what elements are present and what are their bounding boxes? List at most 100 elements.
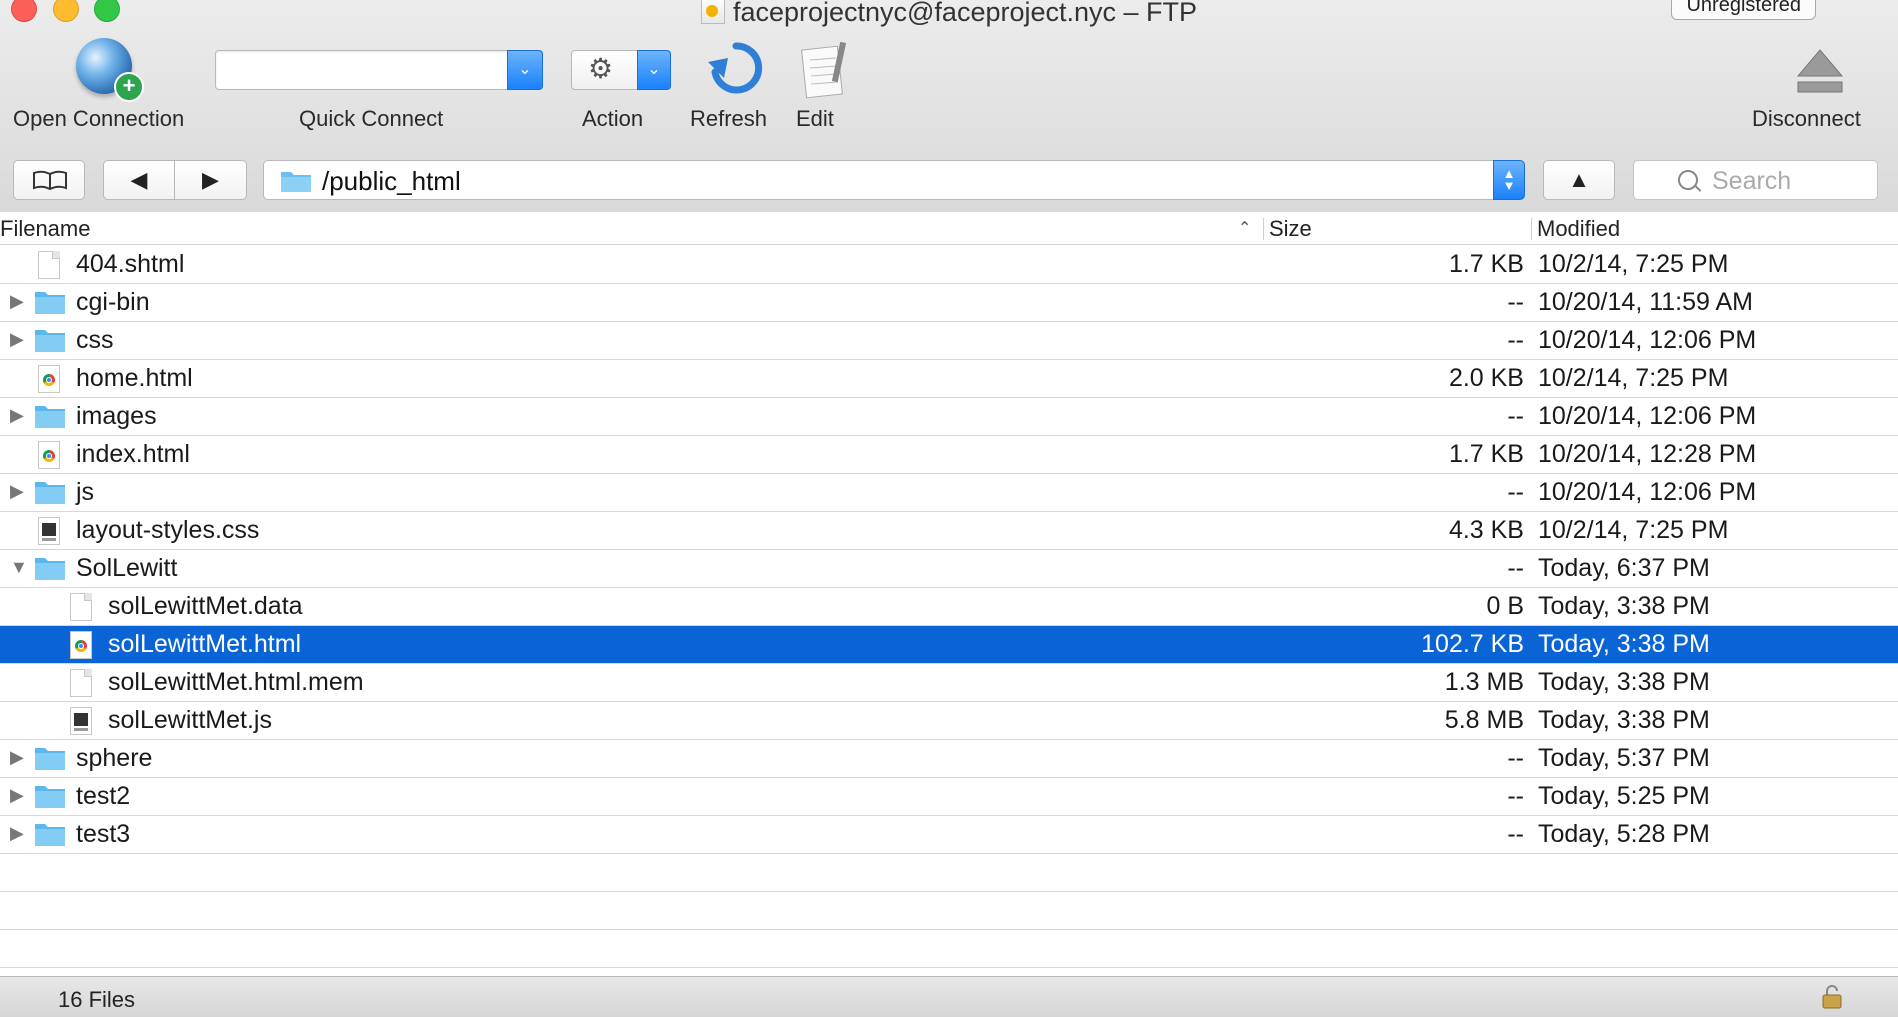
file-size: -- [1507, 288, 1524, 316]
file-modified: Today, 6:37 PM [1538, 554, 1710, 582]
html-file-icon [38, 441, 60, 469]
file-modified: 10/2/14, 7:25 PM [1538, 516, 1729, 544]
column-header: Filename ⌃ Size Modified [0, 212, 1898, 245]
action-menu-button[interactable]: ⚙ ⌄ [571, 50, 671, 90]
file-list: 404.shtml 1.7 KB 10/2/14, 7:25 PM ▶ cgi-… [0, 246, 1898, 968]
disclosure-triangle-icon[interactable]: ▶ [10, 747, 24, 768]
file-size: 2.0 KB [1448, 364, 1524, 392]
file-modified: 10/2/14, 7:25 PM [1538, 364, 1729, 392]
disclosure-triangle-icon[interactable]: ▶ [10, 291, 24, 312]
file-size: -- [1507, 744, 1524, 772]
file-modified: 10/20/14, 12:28 PM [1538, 440, 1757, 468]
parent-directory-button[interactable]: ▲ [1543, 160, 1615, 200]
disclosure-triangle-icon[interactable]: ▶ [10, 405, 24, 426]
file-size: -- [1507, 782, 1524, 810]
file-modified: Today, 5:25 PM [1538, 782, 1710, 810]
folder-icon [34, 403, 66, 436]
file-row[interactable]: index.html 1.7 KB 10/20/14, 12:28 PM [0, 436, 1898, 474]
file-icon [70, 593, 92, 621]
column-divider[interactable] [1531, 218, 1532, 240]
book-icon [33, 170, 67, 191]
modified-column-header[interactable]: Modified [1537, 216, 1620, 242]
folder-row[interactable]: ▼ SolLewitt -- Today, 6:37 PM [0, 550, 1898, 588]
folder-row[interactable]: ▶ images -- 10/20/14, 12:06 PM [0, 398, 1898, 436]
gear-icon: ⚙ [588, 53, 614, 84]
path-dropdown-icon[interactable]: ▲ ▼ [1493, 160, 1525, 200]
file-row[interactable]: solLewittMet.html.mem 1.3 MB Today, 3:38… [0, 664, 1898, 702]
folder-row[interactable]: ▶ css -- 10/20/14, 12:06 PM [0, 322, 1898, 360]
file-size: -- [1507, 478, 1524, 506]
unlocked-icon[interactable] [1822, 985, 1842, 1009]
path-selector[interactable]: /public_html ▲ ▼ [263, 160, 1525, 200]
folder-row[interactable]: ▶ sphere -- Today, 5:37 PM [0, 740, 1898, 778]
file-row[interactable]: layout-styles.css 4.3 KB 10/2/14, 7:25 P… [0, 512, 1898, 550]
status-bar: 16 Files [0, 976, 1898, 1017]
disclosure-triangle-icon[interactable]: ▶ [10, 823, 24, 844]
folder-row[interactable]: ▶ js -- 10/20/14, 12:06 PM [0, 474, 1898, 512]
search-icon [1678, 170, 1698, 190]
file-size: 4.3 KB [1448, 516, 1524, 544]
file-size: -- [1507, 402, 1524, 430]
file-modified: Today, 5:28 PM [1538, 820, 1710, 848]
window-title: faceprojectnyc@faceproject.nyc – FTP [0, 0, 1898, 28]
empty-row [0, 930, 1898, 968]
file-icon [70, 669, 92, 697]
disclosure-triangle-icon[interactable]: ▶ [10, 481, 24, 502]
filename-column-header[interactable]: Filename [0, 216, 90, 242]
folder-row[interactable]: ▶ cgi-bin -- 10/20/14, 11:59 AM [0, 284, 1898, 322]
disconnect-label[interactable]: Disconnect [1752, 106, 1861, 132]
file-size: 1.7 KB [1448, 440, 1524, 468]
file-name: images [76, 402, 157, 430]
disclosure-triangle-expanded-icon[interactable]: ▼ [10, 557, 28, 578]
folder-icon [281, 172, 311, 192]
eject-icon[interactable] [1794, 46, 1846, 98]
file-row[interactable]: solLewittMet.js 5.8 MB Today, 3:38 PM [0, 702, 1898, 740]
empty-row [0, 892, 1898, 930]
file-name: SolLewitt [76, 554, 178, 582]
folder-row[interactable]: ▶ test2 -- Today, 5:25 PM [0, 778, 1898, 816]
back-button[interactable]: ◀ [103, 160, 175, 200]
bookmarks-button[interactable] [13, 160, 85, 200]
folder-icon [34, 289, 66, 322]
file-row-selected[interactable]: solLewittMet.html 102.7 KB Today, 3:38 P… [0, 626, 1898, 664]
file-name: solLewittMet.html [108, 630, 302, 658]
file-size: -- [1507, 326, 1524, 354]
folder-icon [34, 745, 66, 778]
html-file-icon [38, 365, 60, 393]
file-name: cgi-bin [76, 288, 150, 316]
file-size: 0 B [1486, 592, 1524, 620]
up-arrow-icon: ▲ [1568, 167, 1590, 192]
disclosure-triangle-icon[interactable]: ▶ [10, 785, 24, 806]
file-row[interactable]: solLewittMet.data 0 B Today, 3:38 PM [0, 588, 1898, 626]
column-divider[interactable] [1263, 218, 1264, 240]
forward-arrow-icon: ▶ [202, 167, 219, 192]
disclosure-triangle-icon[interactable]: ▶ [10, 329, 24, 350]
current-path: /public_html [322, 166, 461, 196]
unregistered-badge[interactable]: Unregistered [1671, 0, 1816, 20]
search-input[interactable] [1710, 165, 1874, 197]
edit-icon[interactable] [800, 40, 848, 100]
js-file-icon [70, 707, 92, 735]
chevron-down-icon[interactable]: ⌄ [507, 50, 543, 90]
sort-ascending-icon: ⌃ [1238, 220, 1252, 237]
search-field[interactable] [1633, 160, 1878, 200]
refresh-label[interactable]: Refresh [690, 106, 767, 132]
open-connection-icon[interactable]: + [76, 38, 144, 102]
empty-row [0, 854, 1898, 892]
quick-connect-combobox[interactable]: ⌄ [215, 50, 543, 90]
open-connection-label[interactable]: Open Connection [13, 106, 184, 132]
forward-button[interactable]: ▶ [175, 160, 247, 200]
chevron-down-icon[interactable]: ⌄ [637, 50, 671, 90]
file-row[interactable]: home.html 2.0 KB 10/2/14, 7:25 PM [0, 360, 1898, 398]
folder-row[interactable]: ▶ test3 -- Today, 5:28 PM [0, 816, 1898, 854]
file-size: -- [1507, 820, 1524, 848]
folder-icon [34, 783, 66, 816]
plus-icon: + [114, 72, 144, 102]
file-row[interactable]: 404.shtml 1.7 KB 10/2/14, 7:25 PM [0, 246, 1898, 284]
folder-icon [34, 821, 66, 854]
file-modified: Today, 3:38 PM [1538, 668, 1710, 696]
size-column-header[interactable]: Size [1269, 216, 1312, 242]
folder-icon [34, 327, 66, 360]
refresh-icon[interactable] [706, 38, 766, 98]
edit-label[interactable]: Edit [796, 106, 834, 132]
